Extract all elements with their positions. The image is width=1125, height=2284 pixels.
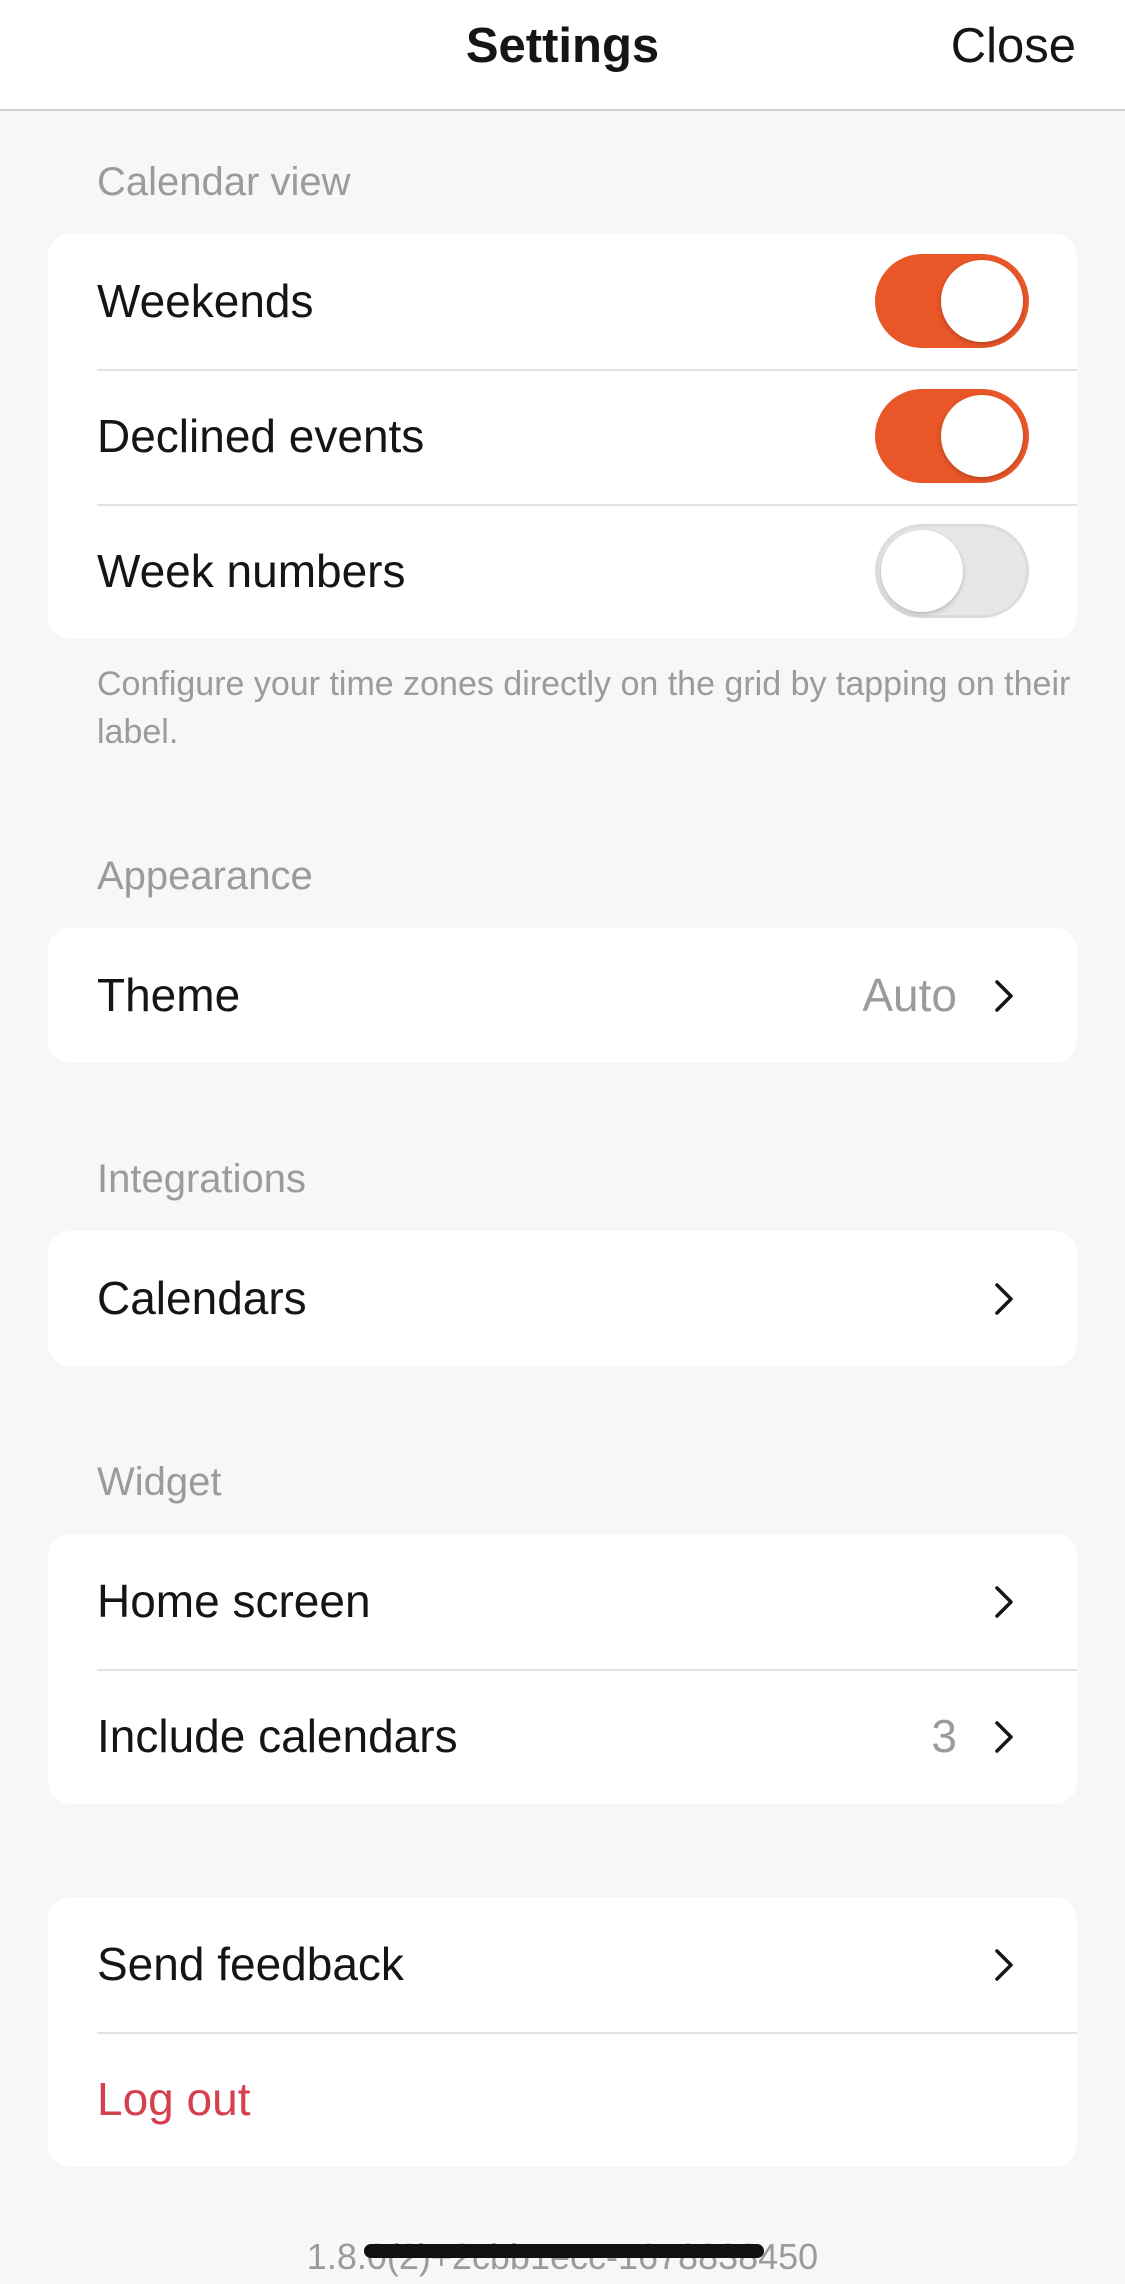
week-numbers-row[interactable]: Week numbers bbox=[48, 504, 1077, 639]
close-button[interactable]: Close bbox=[951, 18, 1076, 74]
include-calendars-count: 3 bbox=[931, 1710, 957, 1762]
declined-events-row[interactable]: Declined events bbox=[48, 369, 1077, 504]
home-screen-row[interactable]: Home screen bbox=[48, 1534, 1077, 1669]
toggle-knob bbox=[881, 530, 963, 612]
theme-row[interactable]: Theme Auto bbox=[48, 928, 1077, 1063]
chevron-right-icon bbox=[995, 1720, 1013, 1753]
time-zones-footnote: Configure your time zones directly on th… bbox=[97, 665, 1071, 751]
weekends-toggle[interactable] bbox=[875, 254, 1029, 348]
widget-card: Home screen Include calendars 3 bbox=[48, 1534, 1077, 1804]
send-feedback-label: Send feedback bbox=[97, 1938, 404, 1990]
account-card: Send feedback Log out bbox=[48, 1897, 1077, 2167]
calendar-view-card: Weekends Declined events Week numbers bbox=[48, 234, 1077, 639]
section-label-appearance: Appearance bbox=[97, 854, 313, 898]
nav-header: Settings Close bbox=[0, 0, 1125, 111]
week-numbers-label: Week numbers bbox=[97, 545, 406, 597]
section-label-widget: Widget bbox=[97, 1460, 222, 1504]
toggle-knob bbox=[941, 395, 1023, 477]
home-indicator bbox=[364, 2244, 764, 2258]
declined-events-toggle[interactable] bbox=[875, 389, 1029, 483]
include-calendars-row[interactable]: Include calendars 3 bbox=[48, 1669, 1077, 1804]
weekends-row[interactable]: Weekends bbox=[48, 234, 1077, 369]
send-feedback-row[interactable]: Send feedback bbox=[48, 1897, 1077, 2032]
section-label-integrations: Integrations bbox=[97, 1157, 307, 1201]
log-out-button[interactable]: Log out bbox=[97, 2032, 250, 2167]
calendars-row[interactable]: Calendars bbox=[48, 1231, 1077, 1366]
section-label-calendar-view: Calendar view bbox=[97, 160, 351, 204]
calendars-label: Calendars bbox=[97, 1272, 307, 1324]
home-screen-label: Home screen bbox=[97, 1575, 371, 1627]
chevron-right-icon bbox=[995, 979, 1013, 1012]
chevron-right-icon bbox=[995, 1585, 1013, 1618]
week-numbers-toggle[interactable] bbox=[875, 524, 1029, 618]
chevron-right-icon bbox=[995, 1948, 1013, 1981]
chevron-right-icon bbox=[995, 1282, 1013, 1315]
declined-events-label: Declined events bbox=[97, 410, 425, 462]
integrations-card: Calendars bbox=[48, 1231, 1077, 1366]
theme-value: Auto bbox=[862, 969, 957, 1021]
appearance-card: Theme Auto bbox=[48, 928, 1077, 1063]
weekends-label: Weekends bbox=[97, 275, 314, 327]
log-out-row[interactable]: Log out bbox=[48, 2032, 1077, 2167]
theme-label: Theme bbox=[97, 969, 241, 1021]
include-calendars-label: Include calendars bbox=[97, 1710, 458, 1762]
toggle-knob bbox=[941, 260, 1023, 342]
